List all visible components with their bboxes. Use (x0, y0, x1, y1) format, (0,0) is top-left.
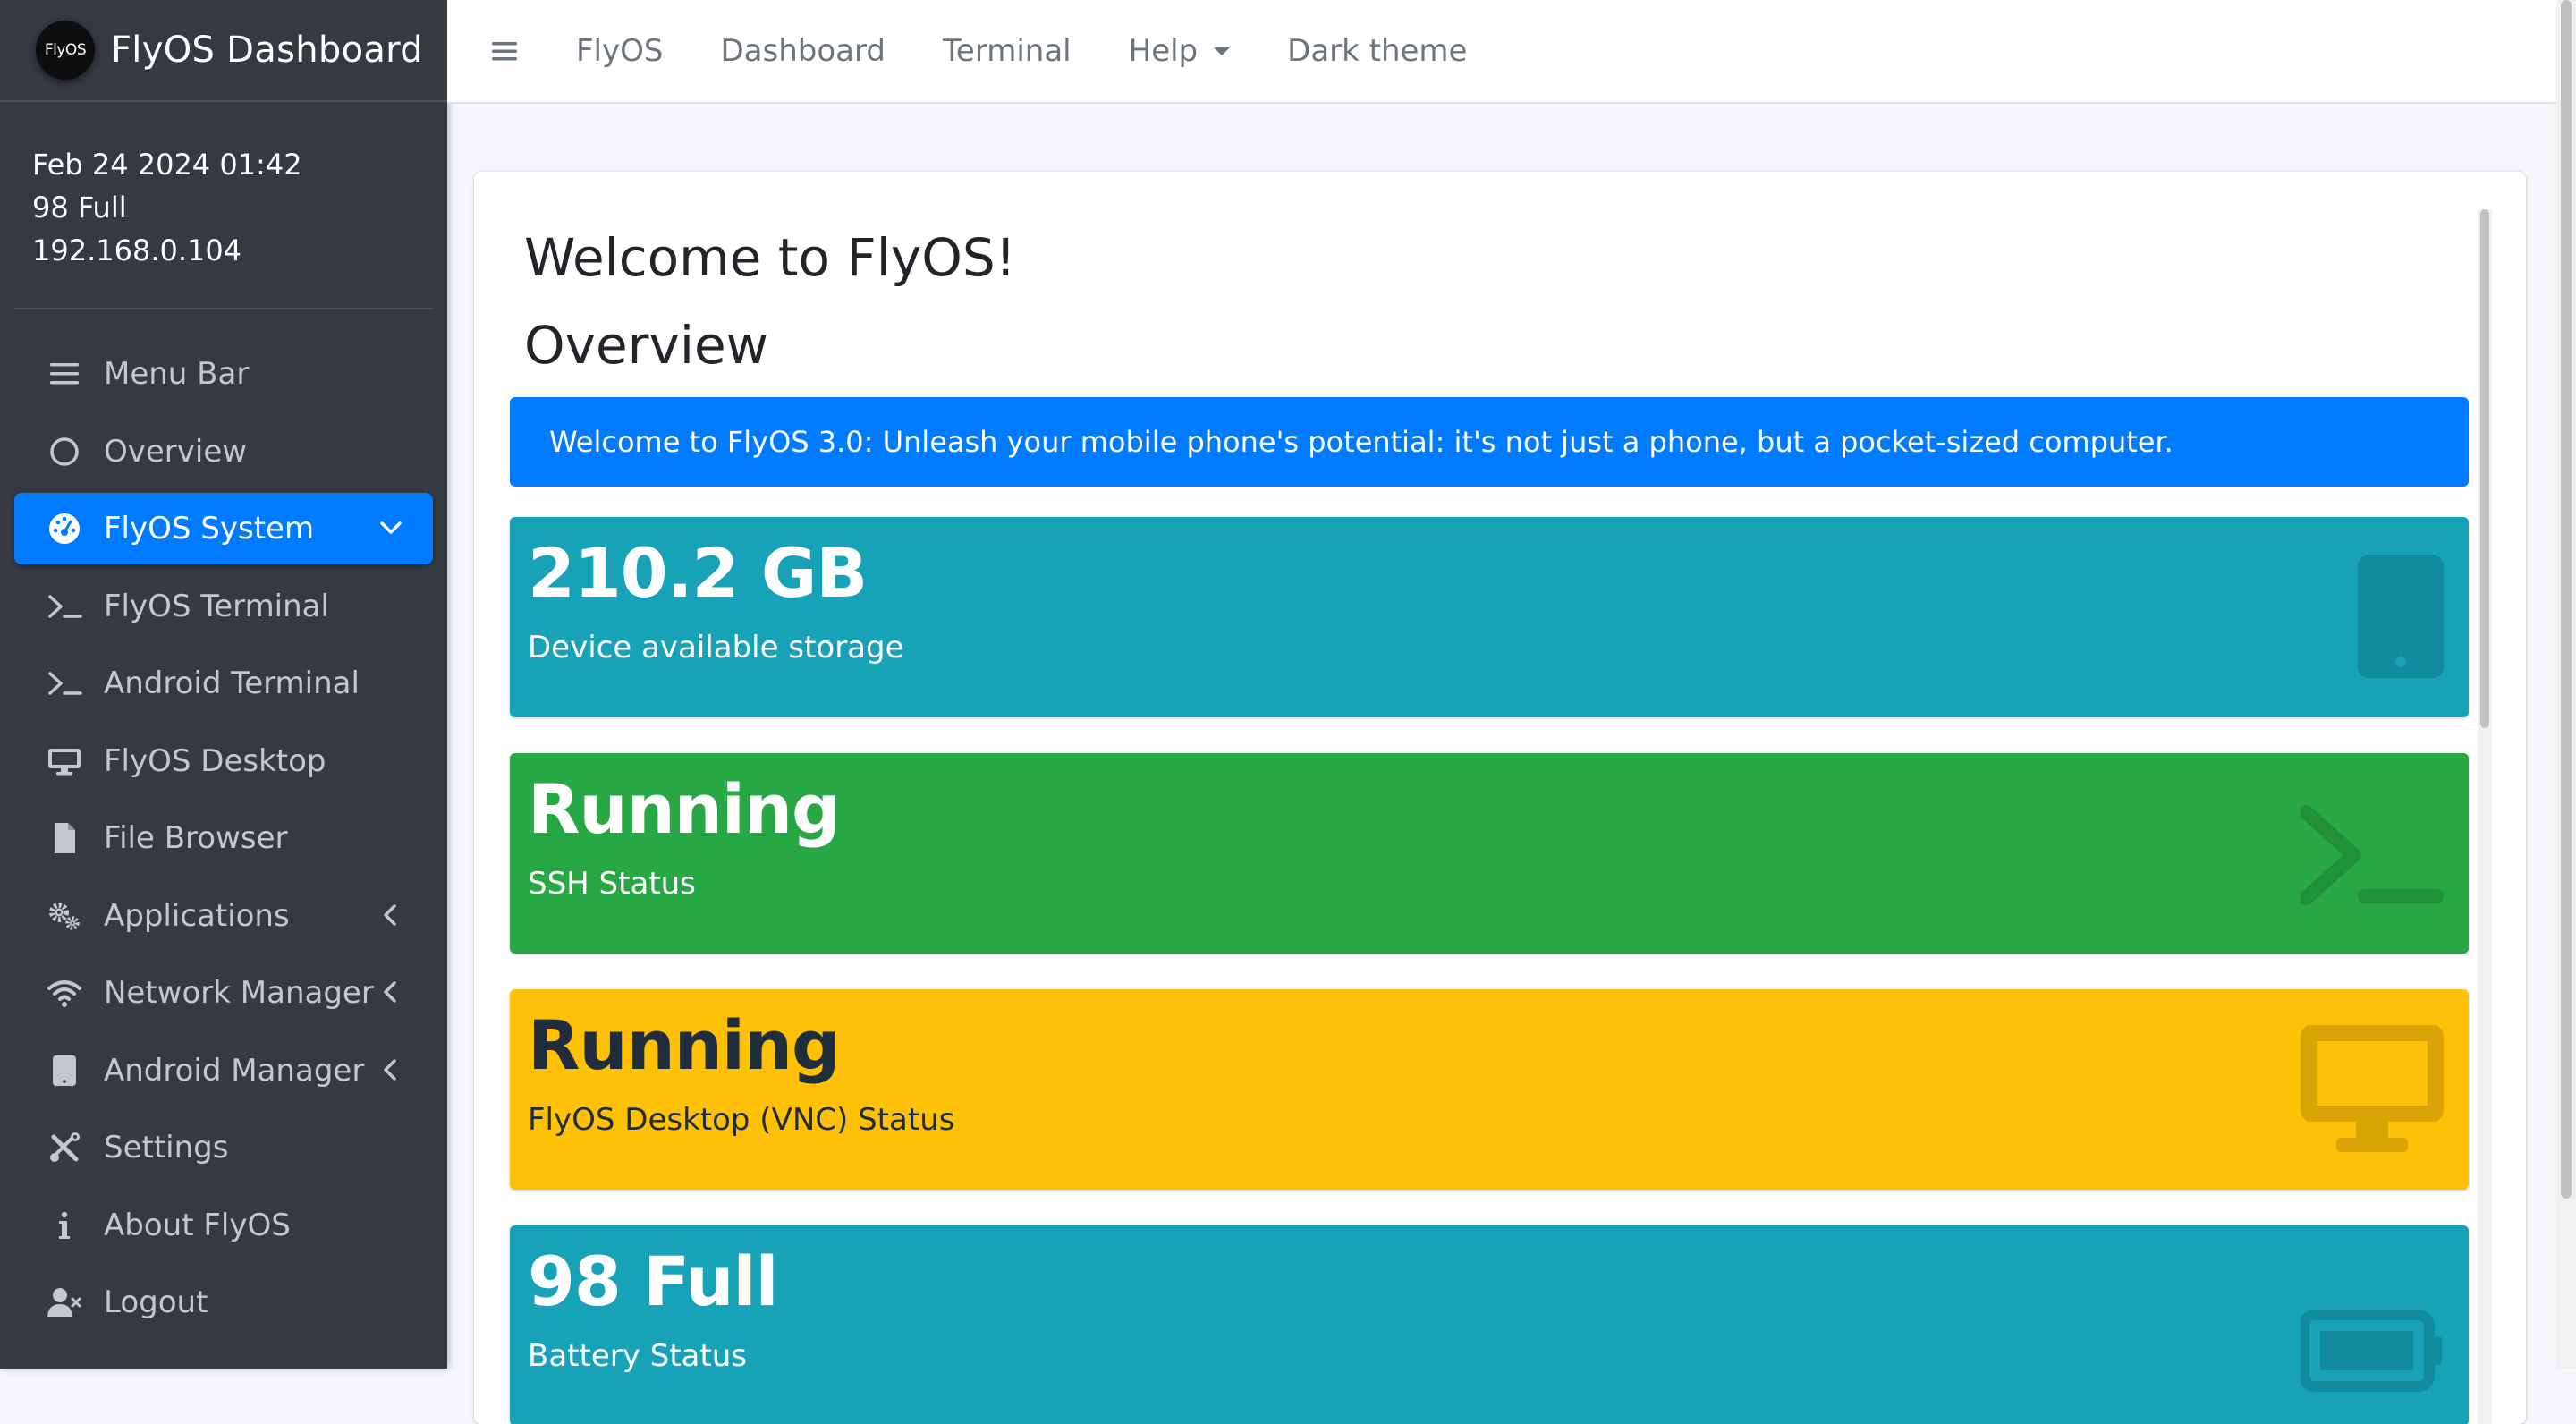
sidebar-item-overview[interactable]: Overview (14, 416, 433, 487)
chevron-down-icon (376, 513, 406, 543)
brand-title: FlyOS Dashboard (111, 30, 423, 71)
caret-down-icon (1214, 47, 1231, 55)
bars-icon (47, 356, 82, 392)
alert-text: Welcome to FlyOS 3.0: Unleash your mobil… (549, 425, 2174, 459)
nav-link-dark-theme[interactable]: Dark theme (1287, 33, 1467, 69)
sidebar-item-label: Applications (104, 897, 290, 934)
sidebar-item-label: FlyOS System (104, 511, 315, 547)
datetime-text: Feb 24 2024 01:42 (32, 148, 302, 182)
window-scrollbar[interactable] (2556, 0, 2576, 1369)
sidebar-item-flyos-system[interactable]: FlyOS System (14, 493, 433, 564)
chevron-left-icon (376, 900, 406, 930)
dashboard-gauge-icon (47, 511, 82, 547)
card-scrollbar-thumb[interactable] (2480, 209, 2489, 728)
terminal-icon (2299, 785, 2444, 920)
help-label: Help (1128, 33, 1199, 69)
battery-text: 98 Full (32, 191, 127, 225)
welcome-alert: Welcome to FlyOS 3.0: Unleash your mobil… (510, 397, 2469, 487)
sidebar-item-label: Android Terminal (104, 665, 360, 701)
battery-label: Battery Status (528, 1338, 747, 1374)
info-icon (47, 1208, 82, 1243)
info-box-ssh: Running SSH Status (510, 753, 2469, 954)
sidebar-item-flyos-terminal[interactable]: FlyOS Terminal (14, 571, 433, 642)
sidebar-item-android-manager[interactable]: Android Manager (14, 1035, 433, 1106)
sidebar-item-settings[interactable]: Settings (14, 1112, 433, 1183)
sidebar-item-label: FlyOS Terminal (104, 588, 329, 624)
vnc-value: Running (528, 1005, 840, 1085)
sidebar-item-label: Overview (104, 433, 248, 470)
card-scrollbar[interactable] (2478, 209, 2492, 1424)
brand-link[interactable]: FlyOS FlyOS Dashboard (0, 0, 447, 102)
sidebar-item-label: File Browser (104, 820, 288, 856)
ip-address-text: 192.168.0.104 (32, 233, 242, 267)
info-box-battery: 98 Full Battery Status (510, 1225, 2469, 1424)
sidebar-nav: Menu Bar Overview FlyOS System FlyOS Ter… (14, 338, 433, 1344)
info-box-vnc: Running FlyOS Desktop (VNC) Status (510, 989, 2469, 1190)
battery-icon (2299, 1258, 2444, 1392)
sidebar-item-menu-bar[interactable]: Menu Bar (14, 338, 433, 410)
brand-logo: FlyOS (36, 21, 95, 80)
storage-value: 210.2 GB (528, 533, 868, 613)
circle-icon (47, 434, 82, 470)
sidebar-item-file-browser[interactable]: File Browser (14, 802, 433, 874)
sidebar-item-label: Settings (104, 1130, 229, 1165)
desktop-icon (47, 743, 82, 779)
window-scrollbar-thumb[interactable] (2561, 0, 2572, 1199)
battery-value: 98 Full (528, 1242, 779, 1321)
storage-label: Device available storage (528, 630, 904, 665)
user-panel: Feb 24 2024 01:42 98 Full 192.168.0.104 (14, 102, 433, 309)
sidebar-toggle-icon[interactable] (488, 35, 521, 67)
sidebar-item-label: Logout (104, 1284, 208, 1320)
ssh-value: Running (528, 769, 840, 849)
page-title: Welcome to FlyOS! (524, 227, 1016, 288)
sidebar-item-network-manager[interactable]: Network Manager (14, 957, 433, 1029)
chevron-left-icon (376, 1055, 406, 1085)
tablet-icon (47, 1053, 82, 1089)
top-navbar: FlyOS Dashboard Terminal Help Dark theme (447, 0, 2556, 104)
tools-icon (47, 1130, 82, 1165)
desktop-icon (2301, 1021, 2444, 1156)
section-title: Overview (524, 315, 769, 376)
sidebar-item-label: Android Manager (104, 1052, 365, 1089)
sidebar: FlyOS FlyOS Dashboard Feb 24 2024 01:42 … (0, 0, 447, 1369)
info-box-storage: 210.2 GB Device available storage (510, 517, 2469, 717)
sidebar-item-about[interactable]: About FlyOS (14, 1190, 433, 1261)
sidebar-item-label: About FlyOS (104, 1207, 291, 1243)
sidebar-item-applications[interactable]: Applications (14, 880, 433, 952)
wifi-icon (47, 975, 82, 1011)
vnc-label: FlyOS Desktop (VNC) Status (528, 1102, 955, 1138)
sidebar-item-android-terminal[interactable]: Android Terminal (14, 648, 433, 719)
mobile-icon (2301, 549, 2444, 683)
file-icon (47, 820, 82, 856)
cogs-icon (47, 898, 82, 934)
user-times-icon (47, 1284, 82, 1320)
sidebar-item-logout[interactable]: Logout (14, 1267, 433, 1338)
content-card: Welcome to FlyOS! Overview Welcome to Fl… (474, 172, 2526, 1424)
sidebar-item-flyos-desktop[interactable]: FlyOS Desktop (14, 725, 433, 797)
nav-link-terminal[interactable]: Terminal (943, 33, 1072, 69)
terminal-icon (47, 665, 82, 701)
terminal-icon (47, 589, 82, 624)
nav-link-flyos[interactable]: FlyOS (576, 33, 663, 69)
sidebar-item-label: Menu Bar (104, 356, 250, 392)
sidebar-item-label: Network Manager (104, 975, 374, 1011)
nav-link-dashboard[interactable]: Dashboard (720, 33, 885, 69)
chevron-left-icon (376, 977, 406, 1007)
ssh-label: SSH Status (528, 866, 696, 902)
sidebar-item-label: FlyOS Desktop (104, 742, 326, 779)
nav-link-help-dropdown[interactable]: Help (1129, 33, 1231, 69)
